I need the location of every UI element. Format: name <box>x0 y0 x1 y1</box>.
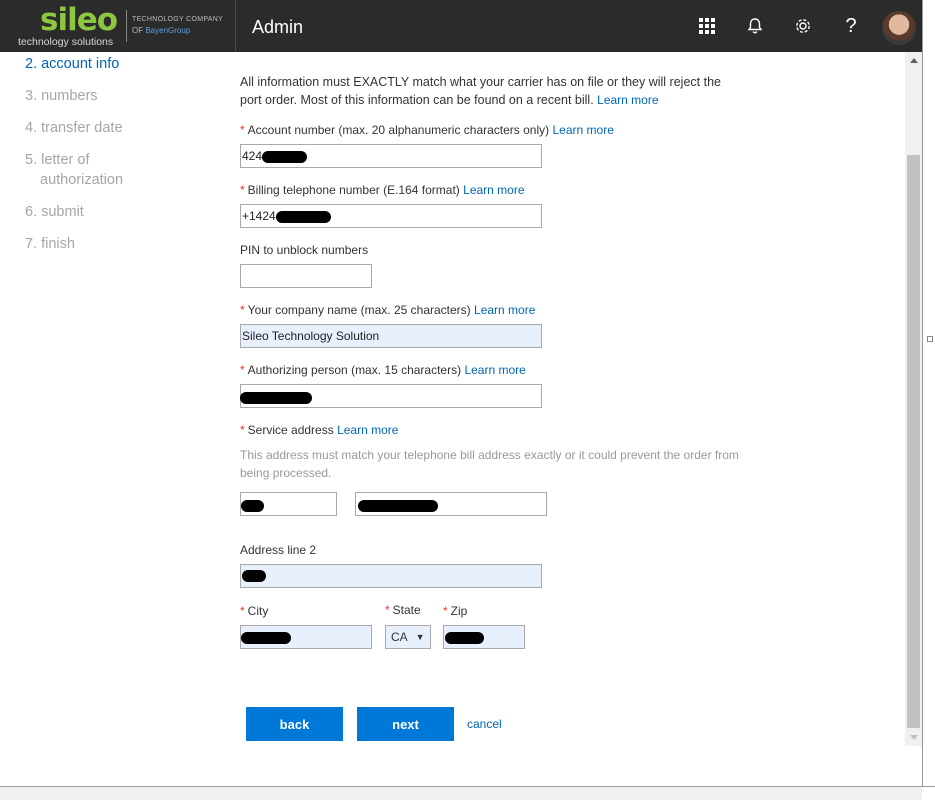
learn-more-link[interactable]: Learn more <box>553 123 614 137</box>
logo[interactable]: sileo technology solutions TECHNOLOGY CO… <box>0 0 236 52</box>
step-letter-of-authorization[interactable]: 5. letter of authorization <box>25 152 123 188</box>
pin-label: PIN to unblock numbers <box>240 243 369 257</box>
learn-more-link[interactable]: Learn more <box>474 303 535 317</box>
account-number-label: * Account number (max. 20 alphanumeric ch… <box>240 123 614 137</box>
waffle-icon[interactable] <box>693 12 721 40</box>
label-text: City <box>247 604 269 618</box>
required-mark: * <box>385 603 390 617</box>
horizontal-scrollbar[interactable] <box>0 787 922 800</box>
logo-word: sileo <box>40 2 118 38</box>
step-label: 5. letter of <box>25 152 90 168</box>
logo-divider <box>126 10 127 42</box>
company-name-label: * Your company name (max. 25 characters) … <box>240 303 535 317</box>
redaction-mark <box>242 570 266 582</box>
billing-phone-label: * Billing telephone number (E.164 format)… <box>240 183 525 197</box>
logo-parent-line: OF BayenGroup <box>132 26 190 35</box>
logo-company-line: TECHNOLOGY COMPANY <box>132 16 224 23</box>
redaction-mark <box>240 392 312 404</box>
logo-tagline: technology solutions <box>18 36 114 48</box>
intro-text: All information must EXACTLY match what … <box>240 73 740 109</box>
learn-more-link[interactable]: Learn more <box>597 93 658 107</box>
step-finish[interactable]: 7. finish <box>25 236 75 252</box>
required-mark: * <box>240 303 245 317</box>
label-text: Account number (max. 20 alphanumeric cha… <box>247 123 550 137</box>
scroll-up-arrow-icon[interactable] <box>905 52 922 69</box>
redaction-mark <box>445 632 484 644</box>
learn-more-link[interactable]: Learn more <box>463 183 524 197</box>
cancel-link[interactable]: cancel <box>467 717 502 731</box>
resize-handle[interactable] <box>927 336 933 342</box>
redaction-mark <box>262 151 307 163</box>
scroll-down-arrow-icon[interactable] <box>905 729 922 746</box>
learn-more-link[interactable]: Learn more <box>337 423 398 437</box>
label-text: State <box>392 603 421 617</box>
redaction-mark <box>276 211 331 223</box>
address-line2-field[interactable] <box>240 564 542 588</box>
app-title: Admin <box>252 17 304 37</box>
step-label-line2: authorization <box>40 172 124 188</box>
chevron-down-icon: ▼ <box>415 632 425 642</box>
logo-parent-brand: BayenGroup <box>145 26 191 35</box>
next-button[interactable]: next <box>357 707 454 741</box>
address-line2-label: Address line 2 <box>240 543 317 557</box>
redaction-mark <box>241 500 264 512</box>
pin-field[interactable] <box>240 264 372 288</box>
authorizing-person-label: * Authorizing person (max. 15 characters)… <box>240 363 526 377</box>
required-mark: * <box>443 604 448 618</box>
required-mark: * <box>240 183 245 197</box>
label-text: Service address <box>247 423 334 437</box>
service-address-label: * Service address Learn more <box>240 423 398 437</box>
help-icon[interactable]: ? <box>837 12 865 40</box>
logo-of: OF <box>132 26 144 35</box>
top-bar: sileo technology solutions TECHNOLOGY CO… <box>0 0 922 52</box>
label-text: Billing telephone number (E.164 format) <box>247 183 460 197</box>
state-value: CA <box>391 630 408 644</box>
back-button[interactable]: back <box>246 707 343 741</box>
required-mark: * <box>240 123 245 137</box>
label-text: Your company name (max. 25 characters) <box>247 303 471 317</box>
label-text: Zip <box>450 604 468 618</box>
step-account-info[interactable]: 2. account info <box>25 56 119 72</box>
company-name-field[interactable] <box>240 324 542 348</box>
city-label: * City <box>240 604 268 618</box>
window-edge <box>922 0 923 786</box>
gear-icon[interactable] <box>789 12 817 40</box>
avatar[interactable] <box>882 11 916 45</box>
required-mark: * <box>240 423 245 437</box>
state-select[interactable]: CA ▼ <box>385 625 431 649</box>
label-text: Authorizing person (max. 15 characters) <box>247 363 462 377</box>
zip-label: * Zip <box>443 604 467 618</box>
required-mark: * <box>240 363 245 377</box>
bell-icon[interactable] <box>741 12 769 40</box>
scrollbar-thumb[interactable] <box>907 155 920 728</box>
learn-more-link[interactable]: Learn more <box>464 363 525 377</box>
service-address-note: This address must match your telephone b… <box>240 448 739 480</box>
step-submit[interactable]: 6. submit <box>25 204 84 220</box>
step-numbers[interactable]: 3. numbers <box>25 88 98 104</box>
step-transfer-date[interactable]: 4. transfer date <box>25 120 123 136</box>
redaction-mark <box>358 500 438 512</box>
required-mark: * <box>240 604 245 618</box>
state-label: * State <box>385 603 421 617</box>
redaction-mark <box>241 632 291 644</box>
